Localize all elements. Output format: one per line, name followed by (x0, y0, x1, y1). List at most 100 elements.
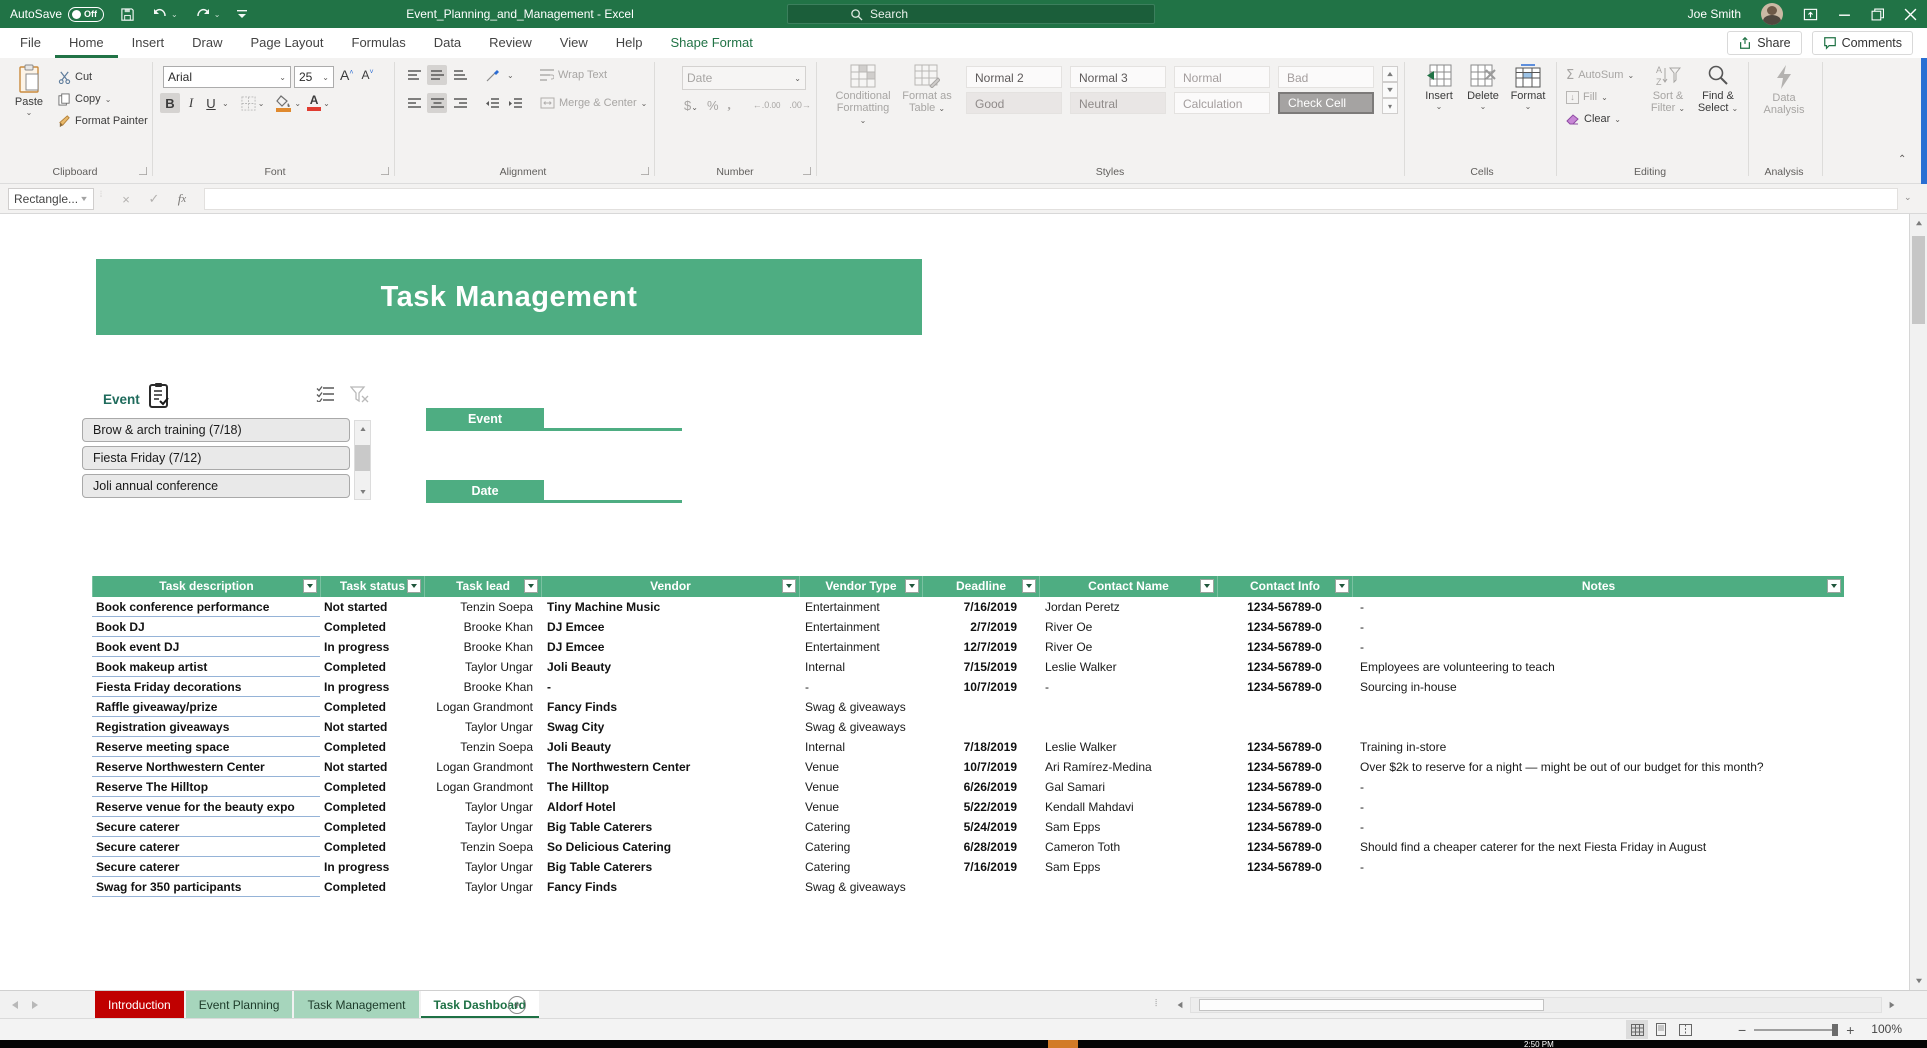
cell-deadline[interactable]: 12/7/2019 (922, 637, 1039, 657)
cell-vendor-type[interactable]: Venue (799, 777, 922, 797)
cut-button[interactable]: Cut (58, 68, 92, 86)
slicer-scroll-down-icon[interactable] (355, 484, 370, 499)
slicer-item[interactable]: Brow & arch training (7/18) (82, 418, 350, 442)
cell-task-lead[interactable]: Brooke Khan (424, 677, 541, 697)
cell-vendor[interactable]: DJ Emcee (541, 637, 799, 657)
table-row[interactable]: Book conference performance Not started … (92, 597, 1844, 617)
autosave-pill[interactable]: Off (68, 7, 104, 22)
cell-contact-name[interactable] (1039, 877, 1217, 897)
cell-task-description[interactable]: Book conference performance (92, 597, 320, 617)
next-sheet-icon[interactable] (32, 1001, 38, 1009)
cell-task-lead[interactable]: Taylor Ungar (424, 877, 541, 897)
sheet-tab[interactable]: Task Management (294, 991, 418, 1019)
decrease-indent-icon[interactable] (482, 93, 502, 113)
cell-deadline[interactable] (922, 877, 1039, 897)
gallery-down-icon[interactable] (1382, 82, 1398, 98)
filter-dropdown-button[interactable] (1827, 579, 1841, 593)
font-name-combo[interactable]: Arial⌄ (163, 66, 291, 88)
align-bottom-icon[interactable] (450, 65, 470, 85)
data-analysis-button[interactable]: Data Analysis (1756, 64, 1812, 116)
fill-button[interactable]: ↓ Fill ⌄ (1566, 88, 1608, 106)
table-row[interactable]: Raffle giveaway/prize Completed Logan Gr… (92, 697, 1844, 717)
align-right-icon[interactable] (450, 93, 470, 113)
cell-notes[interactable]: Training in-store (1352, 737, 1844, 757)
cell-contact-name[interactable]: Sam Epps (1039, 857, 1217, 877)
format-painter-button[interactable]: Format Painter (58, 112, 148, 130)
cell-deadline[interactable] (922, 717, 1039, 737)
ribbon-tab[interactable]: View (546, 28, 602, 58)
cell-task-status[interactable]: Completed (320, 617, 424, 637)
ribbon-tab[interactable]: Formulas (338, 28, 420, 58)
cell-task-lead[interactable]: Tenzin Soepa (424, 597, 541, 617)
ribbon-tab[interactable]: Help (602, 28, 657, 58)
cell-task-description[interactable]: Registration giveaways (92, 717, 320, 737)
cell-notes[interactable]: - (1352, 617, 1844, 637)
autosum-button[interactable]: Σ AutoSum ⌄ (1566, 66, 1634, 84)
cell-task-description[interactable]: Secure caterer (92, 837, 320, 857)
cell-vendor[interactable]: Fancy Finds (541, 877, 799, 897)
namebox-splitter[interactable]: ⦙ (100, 192, 102, 197)
search-box[interactable]: Search (787, 4, 1155, 24)
cell-task-lead[interactable]: Taylor Ungar (424, 817, 541, 837)
cell-contact-name[interactable]: Sam Epps (1039, 817, 1217, 837)
clear-button[interactable]: Clear ⌄ (1566, 110, 1621, 128)
cell-vendor[interactable]: So Delicious Catering (541, 837, 799, 857)
ribbon-tab[interactable]: Data (420, 28, 475, 58)
cell-notes[interactable] (1352, 877, 1844, 897)
zoom-in-icon[interactable]: + (1846, 1022, 1854, 1038)
comma-button[interactable]: , (728, 97, 731, 113)
orientation-icon[interactable] (482, 65, 504, 85)
format-as-table-button[interactable]: Format as Table ⌄ (898, 64, 956, 115)
format-cells-button[interactable]: Format ⌄ (1506, 64, 1550, 111)
filter-dropdown-button[interactable] (524, 579, 538, 593)
cell-vendor-type[interactable]: Swag & giveaways (799, 877, 922, 897)
slicer-scrollbar[interactable] (354, 420, 371, 500)
cell-task-description[interactable]: Reserve meeting space (92, 737, 320, 757)
cell-task-description[interactable]: Raffle giveaway/prize (92, 697, 320, 717)
cell-style-option[interactable]: Normal 2 (966, 66, 1062, 88)
cell-vendor-type[interactable]: Internal (799, 737, 922, 757)
vertical-scroll-thumb[interactable] (1912, 236, 1925, 324)
cell-contact-info[interactable]: 1234-56789-0 (1217, 597, 1352, 617)
sheet-tab[interactable]: Introduction (95, 991, 184, 1019)
italic-button[interactable]: I (182, 93, 200, 113)
table-row[interactable]: Reserve venue for the beauty expo Comple… (92, 797, 1844, 817)
user-avatar[interactable] (1761, 3, 1783, 25)
table-row[interactable]: Fiesta Friday decorations In progress Br… (92, 677, 1844, 697)
cell-contact-info[interactable]: 1234-56789-0 (1217, 657, 1352, 677)
currency-button[interactable]: $⌄ (684, 98, 698, 113)
copy-button[interactable]: Copy ⌄ (58, 90, 111, 108)
cell-contact-name[interactable]: - (1039, 677, 1217, 697)
undo-icon[interactable]: ⌄ (151, 7, 178, 21)
cell-contact-name[interactable]: Jordan Peretz (1039, 597, 1217, 617)
underline-dropdown[interactable]: ⌄ (222, 99, 229, 108)
minimize-button[interactable] (1838, 8, 1851, 21)
ribbon-display-options-icon[interactable] (1803, 7, 1818, 22)
cell-deadline[interactable]: 7/18/2019 (922, 737, 1039, 757)
slicer-clear-filter-icon[interactable] (350, 386, 369, 403)
save-icon[interactable] (120, 7, 135, 22)
zoom-slider-handle[interactable] (1832, 1024, 1838, 1036)
table-row[interactable]: Secure caterer Completed Tenzin Soepa So… (92, 837, 1844, 857)
bold-button[interactable]: B (160, 93, 180, 113)
cell-contact-info[interactable]: 1234-56789-0 (1217, 737, 1352, 757)
percent-button[interactable]: % (707, 98, 719, 113)
ribbon-tab[interactable]: Shape Format (657, 28, 767, 58)
cancel-icon[interactable]: × (114, 188, 138, 210)
fill-color-dropdown[interactable]: ⌄ (294, 99, 301, 108)
hscroll-left-icon[interactable] (1172, 998, 1188, 1012)
cell-vendor-type[interactable]: Entertainment (799, 617, 922, 637)
cell-contact-name[interactable]: Leslie Walker (1039, 657, 1217, 677)
ribbon-tab[interactable]: Home (55, 28, 118, 58)
date-field-value[interactable] (544, 480, 682, 503)
ribbon-tab[interactable]: Insert (118, 28, 179, 58)
table-row[interactable]: Reserve meeting space Completed Tenzin S… (92, 737, 1844, 757)
filter-dropdown-button[interactable] (407, 579, 421, 593)
cell-vendor-type[interactable]: Entertainment (799, 597, 922, 617)
scroll-up-icon[interactable] (1910, 214, 1927, 232)
restore-button[interactable] (1871, 8, 1884, 21)
cell-contact-name[interactable]: River Oe (1039, 617, 1217, 637)
delete-cells-button[interactable]: Delete ⌄ (1462, 64, 1504, 111)
cell-notes[interactable] (1352, 717, 1844, 737)
normal-view-icon[interactable] (1626, 1020, 1648, 1039)
